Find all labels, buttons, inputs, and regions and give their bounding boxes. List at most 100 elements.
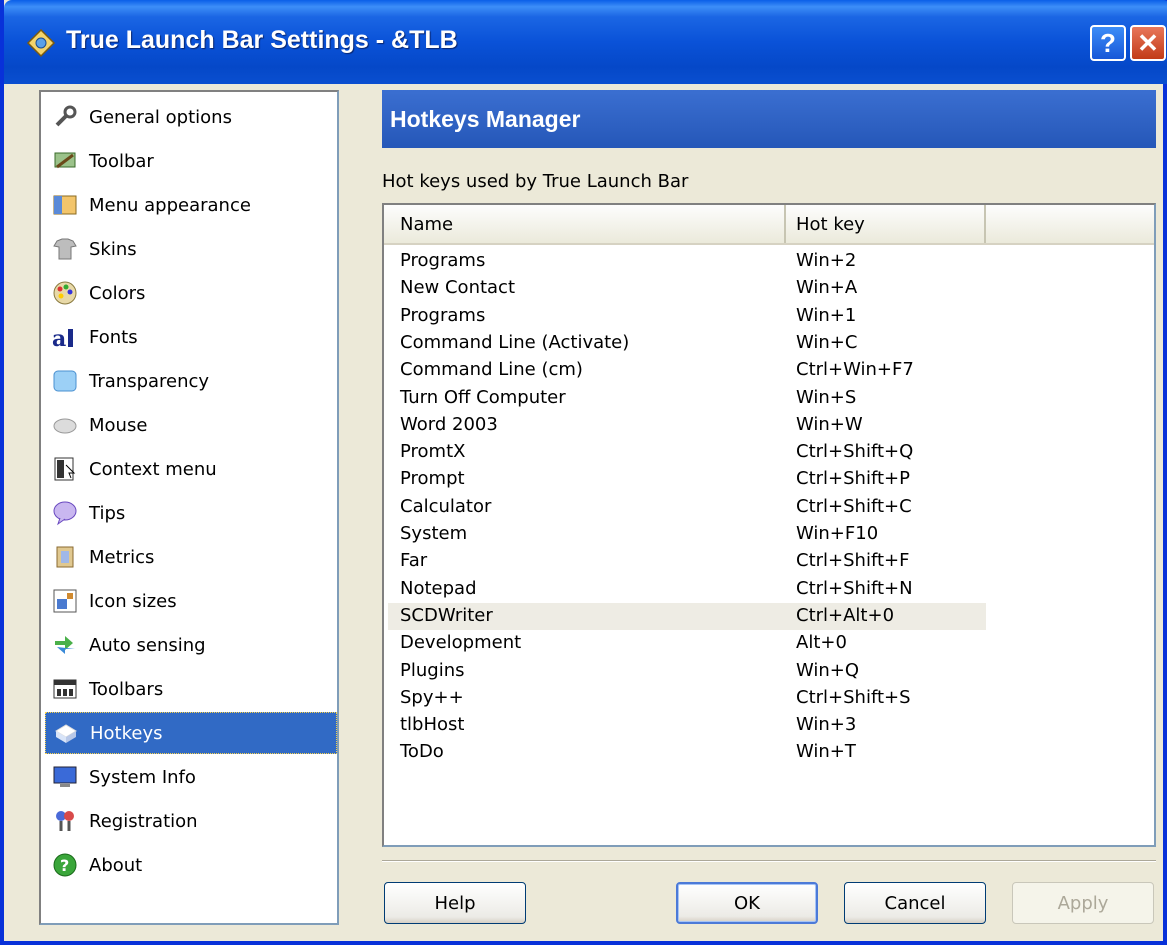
sidebar-item-tips[interactable]: Tips (45, 492, 337, 534)
hotkey-row[interactable]: ToDo Win+T (388, 739, 986, 766)
sidebar-item-label: Tips (89, 502, 126, 524)
cancel-button[interactable]: Cancel (844, 882, 986, 924)
question-icon: ? (51, 851, 79, 879)
hotkey-row[interactable]: Programs Win+1 (388, 303, 986, 330)
hotkey-combo: Win+A (796, 277, 858, 299)
hotkey-row[interactable]: SCDWriter Ctrl+Alt+0 (388, 602, 986, 630)
fonts-icon: a (51, 323, 79, 351)
sidebar-item-auto-sensing[interactable]: Auto sensing (45, 624, 337, 666)
sidebar-item-menu-appearance[interactable]: Menu appearance (45, 184, 337, 226)
sidebar-item-colors[interactable]: Colors (45, 272, 337, 314)
monitor-icon (51, 763, 79, 791)
hotkey-name: Programs (400, 250, 486, 271)
hotkey-row[interactable]: Prompt Ctrl+Shift+P (388, 466, 986, 493)
menu-appearance-icon (51, 191, 79, 219)
sidebar-item-label: Icon sizes (89, 590, 177, 612)
sidebar-item-hotkeys[interactable]: Hotkeys (45, 712, 337, 754)
sidebar-item-general-options[interactable]: General options (45, 96, 337, 138)
sidebar-item-about[interactable]: ? About (45, 844, 337, 886)
ok-button[interactable]: OK (676, 882, 818, 924)
hotkey-row[interactable]: Programs Win+2 (388, 248, 986, 275)
sidebar-item-toolbars[interactable]: Toolbars (45, 668, 337, 710)
hotkey-row[interactable]: Spy++ Ctrl+Shift+S (388, 685, 986, 712)
hotkey-name: PromtX (400, 441, 466, 463)
hotkey-combo: Ctrl+Shift+C (796, 495, 912, 517)
sidebar-item-label: Fonts (89, 326, 138, 348)
hotkey-row[interactable]: Far Ctrl+Shift+F (388, 548, 986, 575)
arrows-icon (51, 631, 79, 659)
sidebar-item-registration[interactable]: Registration (45, 800, 337, 842)
section-header: Hotkeys Manager (382, 90, 1156, 148)
toolbars-icon (51, 675, 79, 703)
hotkey-row[interactable]: New Contact Win+A (388, 275, 986, 302)
hotkey-name: SCDWriter (400, 604, 493, 626)
hotkey-combo: Win+3 (796, 714, 857, 736)
hotkey-name: Development (400, 632, 522, 654)
hotkey-row[interactable]: Command Line (Activate) Win+C (388, 330, 986, 357)
sidebar-item-label: Auto sensing (89, 634, 206, 656)
settings-nav-list[interactable]: General options Toolbar Menu appearance Ski… (39, 90, 339, 925)
hotkey-combo: Win+W (796, 413, 863, 435)
sidebar-item-label: Toolbar (89, 150, 154, 172)
sidebar-item-transparency[interactable]: Transparency (45, 360, 337, 402)
sidebar-item-label: Skins (89, 238, 137, 260)
mouse-icon (51, 411, 79, 439)
hotkey-combo: Ctrl+Shift+P (796, 468, 910, 490)
hotkey-row[interactable]: Calculator Ctrl+Shift+C (388, 494, 986, 521)
hotkey-combo: Win+Q (796, 659, 860, 681)
hotkey-combo: Win+2 (796, 250, 857, 271)
hotkey-name: Far (400, 550, 428, 572)
sidebar-item-label: Menu appearance (89, 194, 251, 216)
sidebar-item-skins[interactable]: Skins (45, 228, 337, 270)
hotkey-row[interactable]: Command Line (cm) Ctrl+Win+F7 (388, 357, 986, 384)
hotkey-name: ToDo (400, 741, 444, 763)
column-header-hotkey[interactable]: Hot key (786, 205, 986, 243)
hotkey-combo: Ctrl+Shift+Q (796, 441, 914, 463)
hotkey-row[interactable]: System Win+F10 (388, 521, 986, 548)
hotkey-row[interactable]: tlbHost Win+3 (388, 712, 986, 739)
hotkey-name: Programs (400, 304, 486, 326)
hotkey-combo: Win+S (796, 386, 857, 408)
hotkey-combo: Ctrl+Shift+F (796, 550, 910, 572)
hotkey-combo: Win+1 (796, 304, 857, 326)
divider (382, 860, 1156, 862)
sidebar-item-label: Colors (89, 282, 146, 304)
hotkeys-caption: Hot keys used by True Launch Bar (382, 171, 689, 192)
sidebar-item-metrics[interactable]: Metrics (45, 536, 337, 578)
sidebar-item-toolbar[interactable]: Toolbar (45, 140, 337, 182)
sidebar-item-label: Registration (89, 810, 198, 832)
tshirt-icon (51, 235, 79, 263)
sidebar-item-context-menu[interactable]: Context menu (45, 448, 337, 490)
hotkey-row[interactable]: Notepad Ctrl+Shift+N (388, 576, 986, 603)
hotkey-row[interactable]: Plugins Win+Q (388, 658, 986, 685)
hotkey-row[interactable]: Development Alt+0 (388, 630, 986, 657)
hotkey-name: Spy++ (400, 686, 464, 708)
column-header-name[interactable]: Name (384, 205, 786, 243)
sidebar-item-label: Mouse (89, 414, 148, 436)
hotkey-row[interactable]: Turn Off Computer Win+S (388, 385, 986, 412)
apply-button[interactable]: Apply (1012, 882, 1154, 924)
window-title: True Launch Bar Settings - &TLB (66, 26, 458, 54)
icon-sizes-icon (51, 587, 79, 615)
sidebar-item-label: About (89, 854, 143, 876)
hotkeys-list[interactable]: Name Hot key Programs Win+2 New Contact Win… (382, 203, 1156, 847)
settings-window: True Launch Bar Settings - &TLB ? ✕ Gene… (0, 0, 1167, 945)
title-help-button[interactable]: ? (1090, 25, 1126, 61)
sidebar-item-label: Hotkeys (90, 722, 163, 744)
help-button[interactable]: Help (384, 882, 526, 924)
hotkey-combo: Ctrl+Shift+N (796, 577, 913, 599)
svg-text:a: a (52, 326, 66, 351)
sidebar-item-mouse[interactable]: Mouse (45, 404, 337, 446)
sidebar-item-label: Context menu (89, 458, 217, 480)
hotkey-row[interactable]: Word 2003 Win+W (388, 412, 986, 439)
sidebar-item-fonts[interactable]: a Fonts (45, 316, 337, 358)
hotkey-name: Notepad (400, 577, 477, 599)
hotkey-row[interactable]: PromtX Ctrl+Shift+Q (388, 439, 986, 466)
metrics-icon (51, 543, 79, 571)
title-close-button[interactable]: ✕ (1130, 25, 1166, 61)
sidebar-item-icon-sizes[interactable]: Icon sizes (45, 580, 337, 622)
hotkey-combo: Win+F10 (796, 523, 879, 544)
transparency-icon (51, 367, 79, 395)
sidebar-item-system-info[interactable]: System Info (45, 756, 337, 798)
title-bar[interactable]: True Launch Bar Settings - &TLB ? ✕ (4, 0, 1167, 84)
